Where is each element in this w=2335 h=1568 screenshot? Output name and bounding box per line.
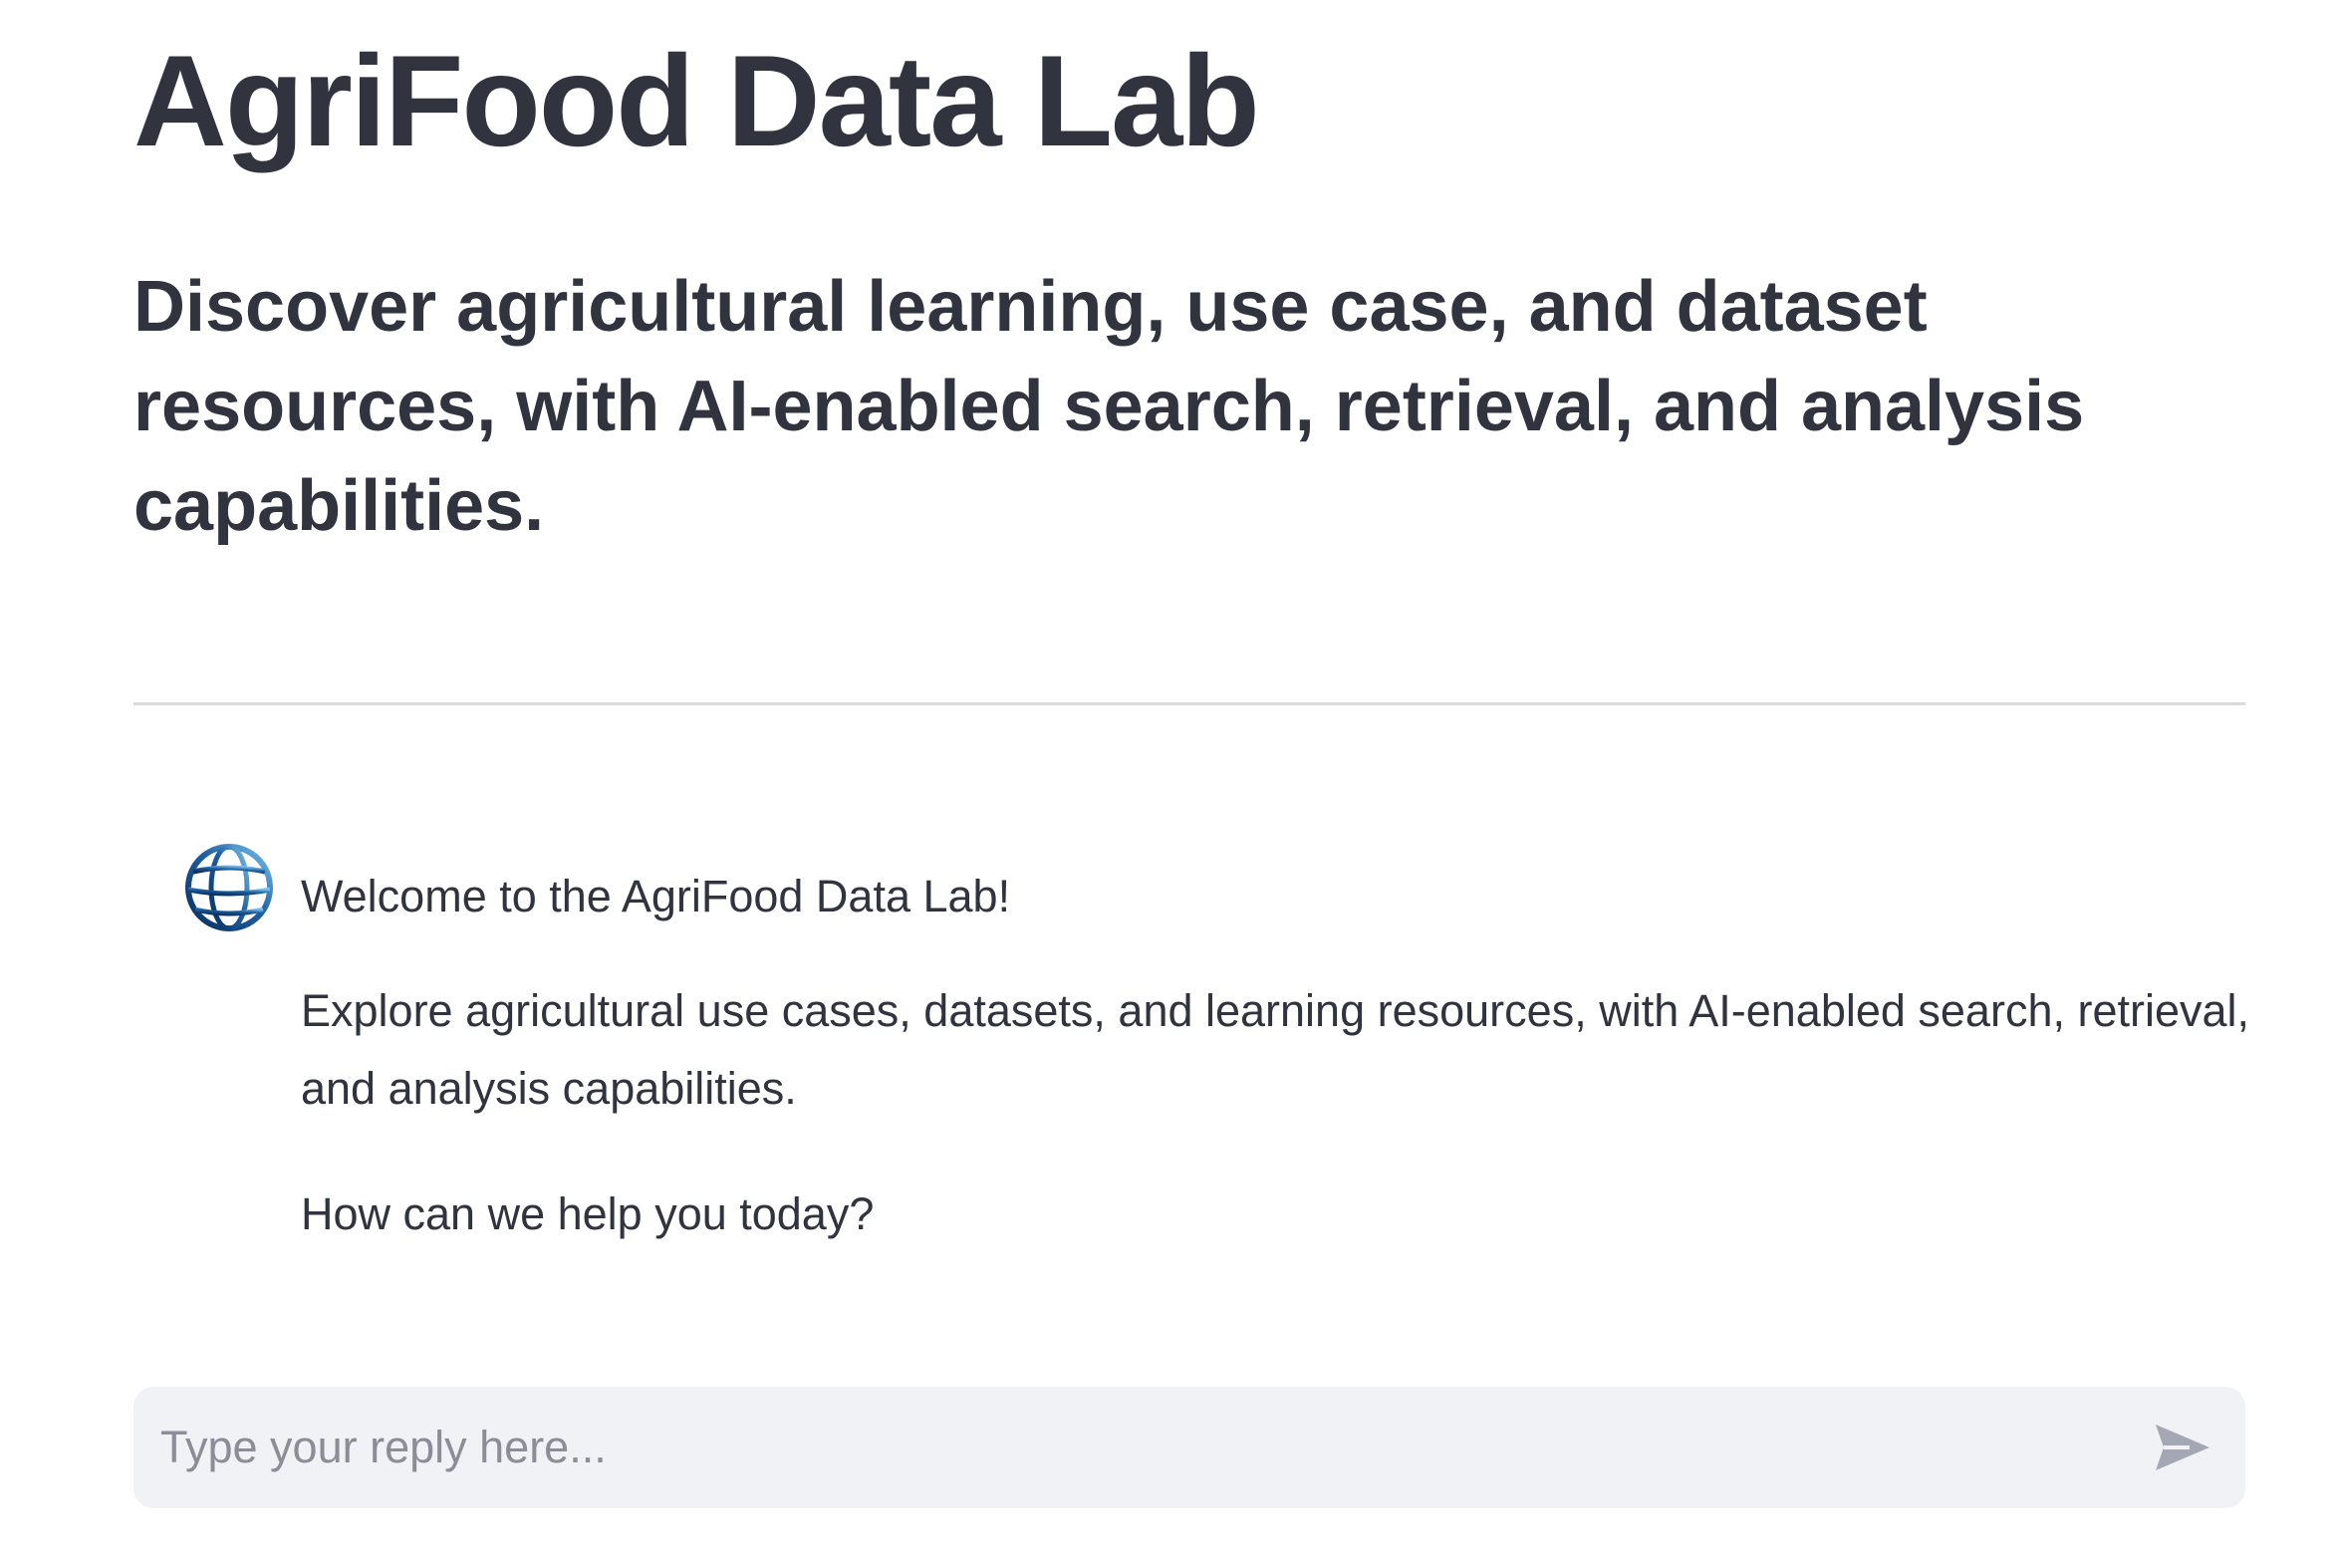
chat-input-container [133,1387,2245,1508]
send-icon [2156,1425,2209,1470]
message-paragraph: How can we help you today? [301,1188,875,1239]
message-paragraph: Welcome to the AgriFood Data Lab! [301,871,1011,921]
divider [133,702,2245,705]
page-subtitle: Discover agricultural learning, use case… [133,267,2085,546]
page-title: AgriFood Data Lab [133,28,1260,173]
send-button[interactable] [2150,1415,2215,1480]
message-paragraph: Explore agricultural use cases, datasets… [301,985,2250,1114]
chat-input[interactable] [160,1387,2113,1508]
main-content: AgriFood Data Lab Discover agricultural … [133,0,2249,1568]
globe-icon [183,842,275,933]
